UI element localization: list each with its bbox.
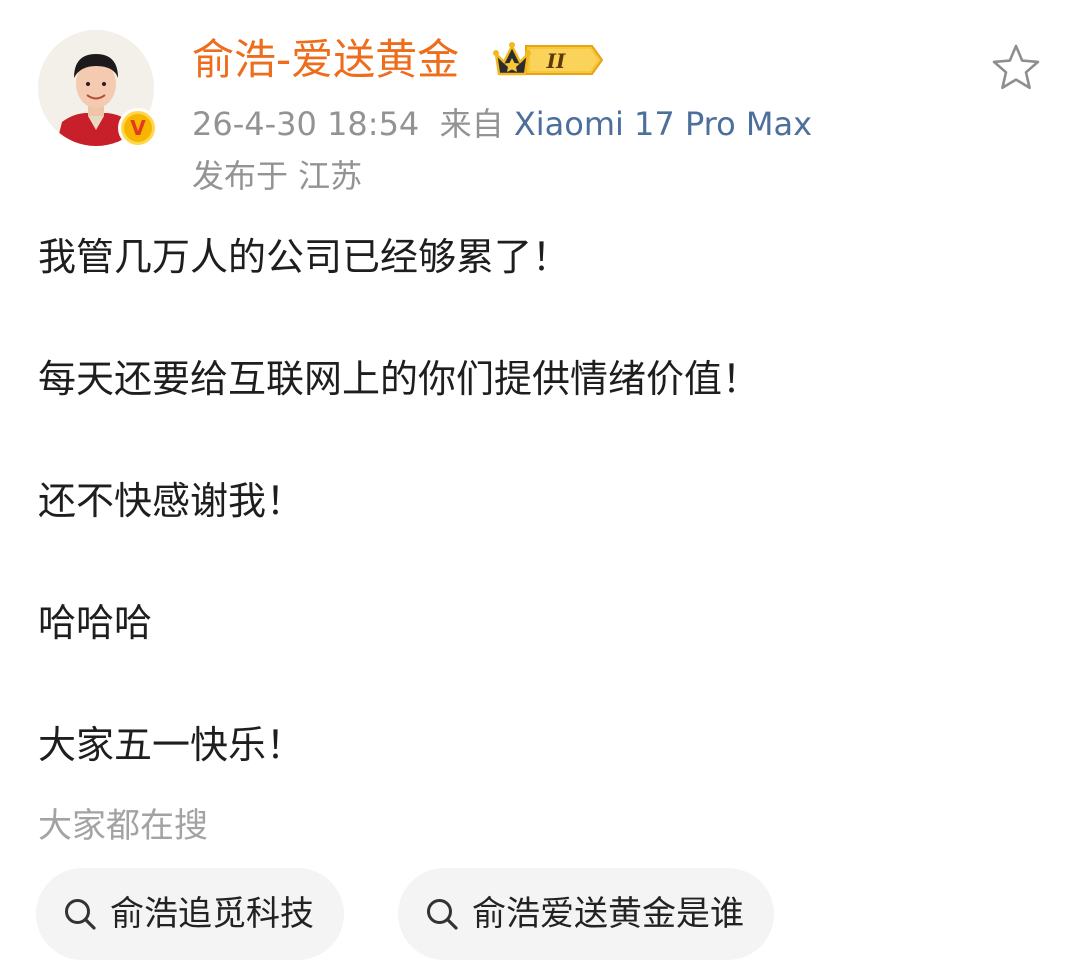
verified-v-icon: V bbox=[121, 111, 155, 145]
crown-badge-icon[interactable]: II bbox=[492, 40, 604, 80]
membership-level: II bbox=[546, 49, 566, 73]
verified-badge: V bbox=[118, 108, 158, 148]
post-line-1: 我管几万人的公司已经够累了！ bbox=[38, 235, 571, 279]
trending-chip-2[interactable]: 俞浩爱送黄金是谁 bbox=[398, 868, 774, 960]
source-device-link[interactable]: Xiaomi 17 Pro Max bbox=[514, 105, 812, 143]
post-location: 发布于 江苏 bbox=[192, 157, 363, 195]
trending-chip-1[interactable]: 俞浩追觅科技 bbox=[36, 868, 344, 960]
trending-chip-label: 俞浩爱送黄金是谁 bbox=[472, 894, 744, 934]
star-outline-icon bbox=[992, 44, 1040, 90]
post-timestamp: 26-4-30 18:54 bbox=[192, 105, 420, 143]
trending-title: 大家都在搜 bbox=[38, 806, 208, 846]
post-line-3: 还不快感谢我！ bbox=[38, 479, 305, 523]
post-header: V 俞浩-爱送黄金 II 26-4-30 18:54 来自 Xiaomi 17 … bbox=[0, 0, 1079, 210]
search-icon bbox=[65, 899, 96, 930]
search-icon bbox=[427, 899, 458, 930]
author-name[interactable]: 俞浩-爱送黄金 bbox=[192, 34, 459, 86]
source-prefix: 来自 bbox=[439, 105, 504, 143]
post-line-4: 哈哈哈 bbox=[38, 601, 153, 645]
trending-chip-label: 俞浩追觅科技 bbox=[110, 894, 314, 934]
verified-mark: V bbox=[130, 115, 146, 140]
author-avatar-wrapper[interactable]: V bbox=[38, 30, 158, 148]
favorite-button[interactable] bbox=[990, 42, 1042, 94]
post-line-5: 大家五一快乐！ bbox=[38, 723, 305, 767]
post-line-2: 每天还要给互联网上的你们提供情绪价值！ bbox=[38, 357, 761, 401]
post-meta: 26-4-30 18:54 来自 Xiaomi 17 Pro Max bbox=[192, 102, 812, 146]
